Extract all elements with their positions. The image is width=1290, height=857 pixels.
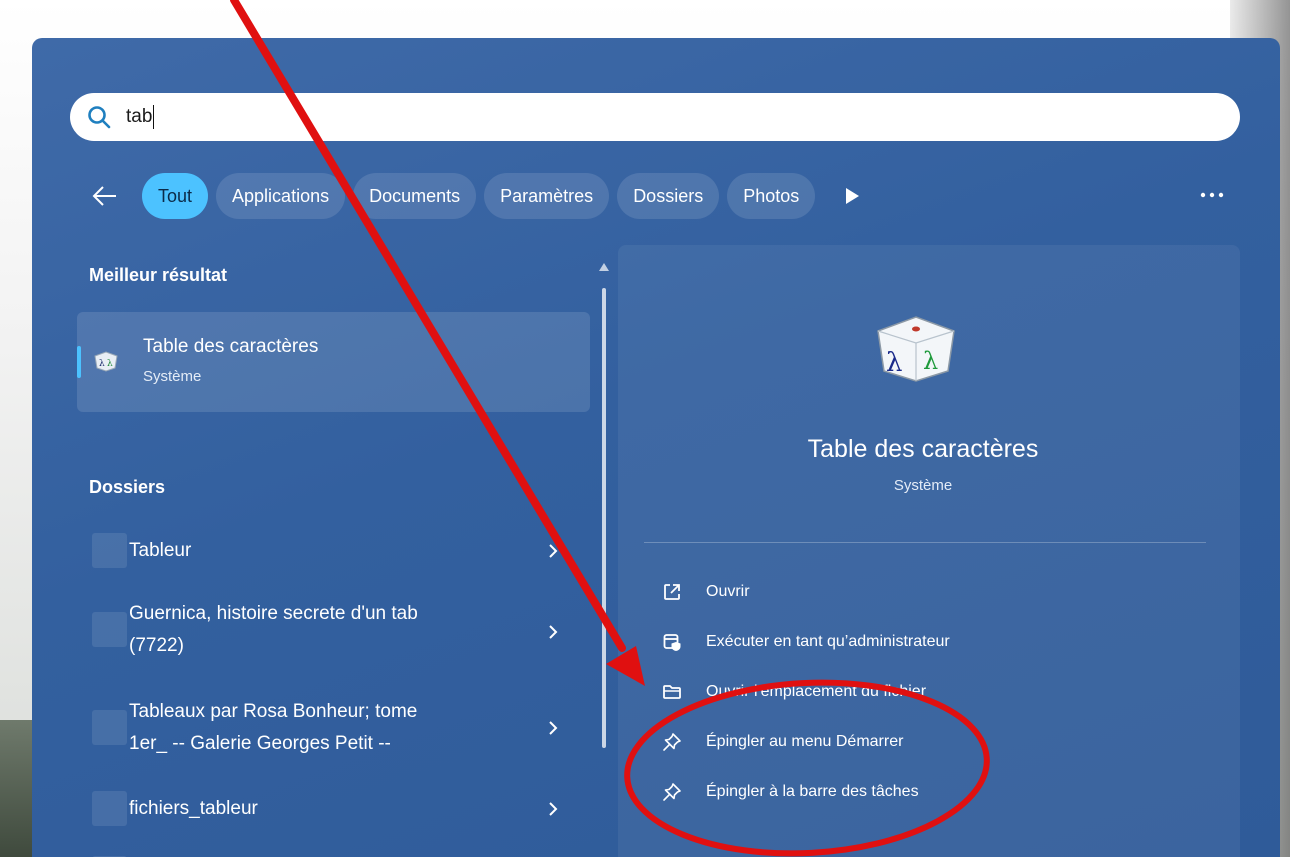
action-open[interactable]: Ouvrir xyxy=(662,576,750,608)
detail-pane: λ λ Table des caractères Système Ouvrir … xyxy=(618,245,1240,857)
best-result-heading: Meilleur résultat xyxy=(89,265,228,285)
action-label: Ouvrir l'emplacement du fichier xyxy=(706,683,927,700)
folder-icon xyxy=(92,533,127,568)
action-label: Exécuter en tant qu’administrateur xyxy=(706,633,950,650)
search-icon xyxy=(88,106,111,129)
action-run-as-admin[interactable]: Exécuter en tant qu’administrateur xyxy=(662,626,950,658)
filter-chip-folders[interactable]: Dossiers xyxy=(617,173,720,219)
action-label: Épingler au menu Démarrer xyxy=(706,733,904,750)
chevron-right-icon[interactable] xyxy=(547,543,559,559)
divider xyxy=(644,542,1206,543)
folder-icon xyxy=(92,612,127,647)
filter-chip-applications[interactable]: Applications xyxy=(216,173,346,219)
svg-text:λ: λ xyxy=(99,359,105,369)
chevron-right-icon[interactable] xyxy=(547,720,559,736)
detail-title: Table des caractères xyxy=(807,435,1039,463)
chevron-right-icon[interactable] xyxy=(547,624,559,640)
svg-text:λ: λ xyxy=(923,347,938,375)
best-result-card[interactable]: λ λ Table des caractères Système xyxy=(77,312,590,412)
scroll-up-icon[interactable] xyxy=(598,262,610,272)
svg-text:λ: λ xyxy=(107,359,113,369)
best-result-title: Table des caractères xyxy=(143,336,319,357)
run-as-admin-icon xyxy=(663,634,681,651)
more-options-icon[interactable] xyxy=(1198,188,1226,202)
folders-heading: Dossiers xyxy=(89,477,166,497)
action-label: Ouvrir xyxy=(706,583,750,600)
folder-name-line1: Tableaux par Rosa Bonheur; tome xyxy=(129,701,418,722)
folder-open-icon xyxy=(663,685,681,699)
scrollbar-thumb[interactable] xyxy=(602,288,606,748)
action-label: Épingler à la barre des tâches xyxy=(706,783,919,800)
svg-text:λ: λ xyxy=(886,348,902,378)
search-input[interactable]: tab xyxy=(126,106,152,128)
folder-name-line2: (7722) xyxy=(129,635,184,656)
character-map-icon: λ λ xyxy=(94,351,118,372)
folder-icon xyxy=(92,791,127,826)
selection-indicator xyxy=(77,346,81,378)
folder-icon xyxy=(92,710,127,745)
filter-chip-settings[interactable]: Paramètres xyxy=(484,173,610,219)
search-panel: tab Tout Applications Documents Paramètr… xyxy=(32,38,1280,857)
pin-icon xyxy=(663,783,681,801)
filter-chip-photos[interactable]: Photos xyxy=(727,173,816,219)
folder-name-line1: Tableur xyxy=(129,540,192,561)
play-icon[interactable] xyxy=(843,187,861,205)
filter-bar: Tout Applications Documents Paramètres D… xyxy=(90,172,861,220)
action-pin-taskbar[interactable]: Épingler à la barre des tâches xyxy=(662,776,919,808)
back-arrow-icon[interactable] xyxy=(90,181,120,211)
folder-name-line1: fichiers_tableur xyxy=(129,798,258,819)
open-external-icon xyxy=(664,584,680,600)
folder-name-line2: 1er_ -- Galerie Georges Petit -- xyxy=(129,733,391,754)
filter-chip-all[interactable]: Tout xyxy=(142,173,209,219)
action-pin-start[interactable]: Épingler au menu Démarrer xyxy=(662,726,903,758)
best-result-subtitle: Système xyxy=(143,368,202,385)
filter-chip-documents[interactable]: Documents xyxy=(353,173,477,219)
folder-name-line1: Guernica, histoire secrete d'un tab xyxy=(129,603,418,624)
pin-icon xyxy=(663,733,681,751)
search-bar[interactable]: tab xyxy=(70,93,1240,141)
text-caret xyxy=(153,105,155,129)
detail-subtitle: Système xyxy=(893,477,953,494)
character-map-app-icon: λ λ xyxy=(877,316,955,382)
action-open-file-location[interactable]: Ouvrir l'emplacement du fichier xyxy=(662,676,926,708)
chevron-right-icon[interactable] xyxy=(547,801,559,817)
